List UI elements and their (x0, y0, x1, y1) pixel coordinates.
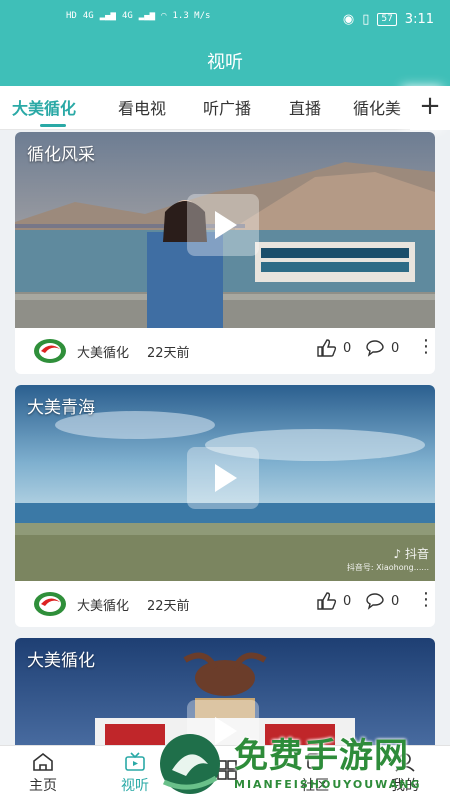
signal-icon: ▂▄▆ (138, 11, 156, 21)
video-meta: 大美循化 22天前 0 0 ⋮ (15, 581, 435, 627)
nav-grid[interactable] (192, 746, 262, 800)
home-icon (33, 752, 53, 771)
community-icon (307, 753, 323, 769)
comment-count: 0 (391, 593, 400, 609)
user-icon (395, 753, 415, 772)
tab-damei-xunhua[interactable]: 大美循化 (12, 95, 76, 119)
comment-button[interactable]: 0 (365, 339, 399, 357)
signal-2: 4G (121, 11, 133, 21)
nav-mine[interactable]: 我的 (370, 746, 440, 800)
battery-icon: 57 (377, 13, 397, 26)
status-right: ◉ ▯ 57 3:11 (343, 12, 434, 27)
publish-time: 22天前 (147, 599, 190, 614)
comment-count: 0 (391, 340, 400, 356)
grid-icon (217, 760, 237, 780)
like-button[interactable]: 0 (317, 592, 351, 610)
active-tab-indicator (40, 124, 66, 127)
like-count: 0 (343, 593, 352, 609)
thumbs-up-icon (317, 339, 337, 357)
comment-button[interactable]: 0 (365, 592, 399, 610)
tab-radio[interactable]: 听广播 (203, 95, 251, 119)
source-name[interactable]: 大美循化 (77, 595, 129, 614)
signal-icon: ▂▄▆ (99, 11, 116, 21)
video-title: 循化风采 (27, 145, 95, 164)
app-header: HD 4G ▂▄▆ 4G ▂▄▆ ◠ 1.3 M/s ◉ ▯ 57 3:11 视… (0, 0, 450, 86)
nav-home[interactable]: 主页 (8, 746, 78, 800)
status-bar: HD 4G ▂▄▆ 4G ▂▄▆ ◠ 1.3 M/s ◉ ▯ 57 3:11 (0, 0, 450, 40)
bottom-nav: 主页 视听 社区 我的 (0, 745, 450, 800)
wifi-icon: ◠ (161, 11, 167, 21)
vibrate-icon: ▯ (362, 12, 370, 27)
clock: 3:11 (404, 12, 434, 27)
nav-community[interactable]: 社区 (280, 746, 350, 800)
video-thumbnail[interactable]: 循化风采 (15, 132, 435, 328)
nav-community-label: 社区 (301, 777, 329, 793)
source-logo-icon (34, 339, 66, 363)
plus-icon[interactable]: + (410, 86, 450, 130)
play-icon[interactable] (187, 194, 259, 256)
video-thumbnail[interactable]: 大美循化 (15, 638, 435, 745)
video-thumbnail[interactable]: 大美青海 ♪ 抖音 抖音号: Xiaohong...... (15, 385, 435, 581)
signal-1: 4G (82, 11, 94, 21)
nav-media[interactable]: 视听 (100, 746, 170, 800)
nav-mine-label: 我的 (391, 777, 419, 793)
tab-watch-tv[interactable]: 看电视 (118, 95, 166, 119)
play-icon[interactable] (187, 700, 259, 745)
comment-icon (366, 340, 384, 357)
publish-time: 22天前 (147, 346, 190, 361)
video-meta: 大美循化 22天前 0 0 ⋮ (15, 328, 435, 374)
eye-icon: ◉ (342, 12, 355, 27)
tv-icon (125, 752, 145, 771)
like-button[interactable]: 0 (317, 339, 351, 357)
hd-indicator: HD (66, 11, 77, 21)
video-card[interactable]: 大美循化 (15, 638, 435, 745)
play-icon[interactable] (187, 447, 259, 509)
comment-icon (366, 593, 384, 610)
video-card[interactable]: 大美青海 ♪ 抖音 抖音号: Xiaohong...... 大美循化 22天前 … (15, 385, 435, 627)
network-speed: 1.3 M/s (172, 11, 211, 21)
video-feed[interactable]: 循化风采 大美循化 22天前 0 0 ⋮ 大美青海 ♪ 抖音 抖音号: Xiao… (0, 130, 450, 745)
source-name[interactable]: 大美循化 (77, 342, 129, 361)
video-title: 大美循化 (27, 651, 95, 670)
nav-media-label: 视听 (121, 777, 149, 793)
tab-xunhua-beauty[interactable]: 循化美 (353, 95, 401, 119)
like-count: 0 (343, 340, 352, 356)
douyin-brand: ♪ 抖音 (393, 547, 429, 561)
video-card[interactable]: 循化风采 大美循化 22天前 0 0 ⋮ (15, 132, 435, 374)
page-title: 视听 (207, 52, 243, 72)
tab-live[interactable]: 直播 (289, 95, 321, 119)
more-icon[interactable]: ⋮ (417, 591, 435, 609)
video-title: 大美青海 (27, 398, 95, 417)
more-icon[interactable]: ⋮ (417, 338, 435, 356)
source-logo-icon (34, 592, 66, 616)
douyin-account: 抖音号: Xiaohong...... (346, 563, 429, 572)
status-left: HD 4G ▂▄▆ 4G ▂▄▆ ◠ 1.3 M/s (66, 11, 210, 21)
thumbs-up-icon (317, 592, 337, 610)
nav-home-label: 主页 (29, 777, 57, 793)
douyin-watermark: ♪ 抖音 抖音号: Xiaohong...... (347, 545, 429, 573)
channel-tabs: 大美循化 看电视 听广播 直播 循化美 + (0, 86, 450, 130)
